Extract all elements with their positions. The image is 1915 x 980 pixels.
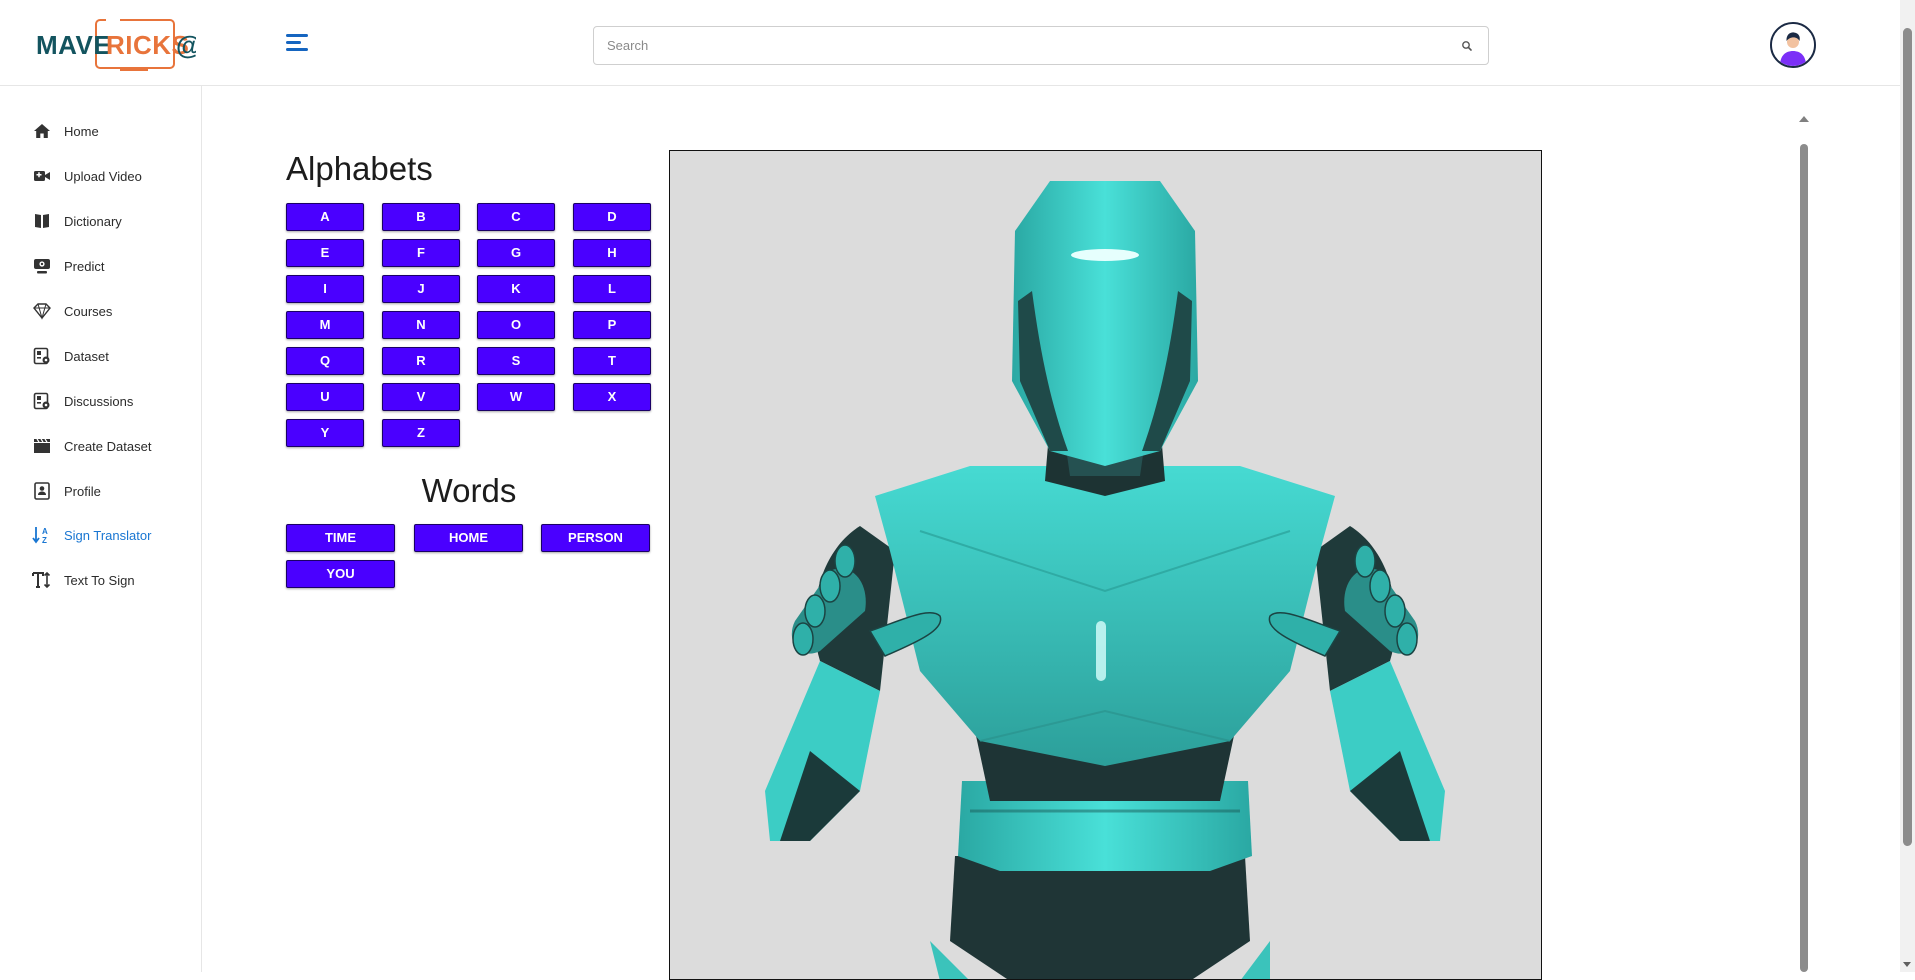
- page-scroll-down-arrow[interactable]: [1903, 962, 1911, 967]
- sidebar-item-upload-video[interactable]: Upload Video: [32, 164, 142, 188]
- svg-text:@: @: [176, 30, 196, 60]
- letter-button-q[interactable]: Q: [286, 347, 364, 375]
- sidebar-item-create-dataset[interactable]: Create Dataset: [32, 434, 151, 458]
- letter-button-a[interactable]: A: [286, 203, 364, 231]
- profile-card-icon: [32, 481, 52, 501]
- sidebar-item-home[interactable]: Home: [32, 119, 99, 143]
- letter-button-l[interactable]: L: [573, 275, 651, 303]
- word-button-home[interactable]: HOME: [414, 524, 523, 552]
- letter-button-b[interactable]: B: [382, 203, 460, 231]
- sidebar-item-text-to-sign[interactable]: Text To Sign: [32, 568, 135, 592]
- sidebar-item-discussions[interactable]: Discussions: [32, 389, 133, 413]
- discussion-icon: [32, 391, 52, 411]
- letter-button-k[interactable]: K: [477, 275, 555, 303]
- page-scrollbar-thumb[interactable]: [1903, 28, 1912, 846]
- user-avatar[interactable]: [1770, 22, 1816, 68]
- letter-button-f[interactable]: F: [382, 239, 460, 267]
- sidebar-item-dataset[interactable]: Dataset: [32, 344, 109, 368]
- sidebar-item-label: Profile: [64, 483, 101, 499]
- mavericks-logo[interactable]: MAVE RICKS @: [36, 18, 201, 74]
- video-camera-icon: [32, 166, 52, 186]
- letter-button-h[interactable]: H: [573, 239, 651, 267]
- menu-toggle-icon[interactable]: [286, 34, 308, 54]
- inner-scroll-up-arrow[interactable]: [1799, 116, 1809, 122]
- letter-button-p[interactable]: P: [573, 311, 651, 339]
- book-icon: [32, 211, 52, 231]
- text-height-icon: [32, 570, 52, 590]
- letter-button-s[interactable]: S: [477, 347, 555, 375]
- letter-button-g[interactable]: G: [477, 239, 555, 267]
- svg-text:Z: Z: [42, 536, 47, 545]
- sidebar-item-dictionary[interactable]: Dictionary: [32, 209, 122, 233]
- letter-button-n[interactable]: N: [382, 311, 460, 339]
- dataset-icon: [32, 346, 52, 366]
- letter-button-r[interactable]: R: [382, 347, 460, 375]
- svg-text:MAVE: MAVE: [36, 30, 111, 60]
- inner-scrollbar-thumb[interactable]: [1800, 144, 1808, 972]
- sidebar-item-label: Home: [64, 123, 99, 139]
- main-content: Alphabets A B C D E F G H I J K L M N O …: [202, 86, 1900, 980]
- letter-button-t[interactable]: T: [573, 347, 651, 375]
- gem-icon: [32, 301, 52, 321]
- sidebar-item-label: Discussions: [64, 393, 134, 409]
- sort-alpha-icon: AZ: [32, 525, 52, 545]
- search-input[interactable]: [594, 27, 1434, 64]
- sidebar-item-label: Text To Sign: [64, 572, 135, 588]
- letter-button-c[interactable]: C: [477, 203, 555, 231]
- search-icon[interactable]: [1460, 39, 1474, 53]
- letter-button-i[interactable]: I: [286, 275, 364, 303]
- letter-button-m[interactable]: M: [286, 311, 364, 339]
- word-button-person[interactable]: PERSON: [541, 524, 650, 552]
- letter-button-u[interactable]: U: [286, 383, 364, 411]
- letter-button-e[interactable]: E: [286, 239, 364, 267]
- word-button-time[interactable]: TIME: [286, 524, 395, 552]
- sidebar: Home Upload Video Dictionary Predict Cou…: [0, 86, 202, 972]
- letter-button-w[interactable]: W: [477, 383, 555, 411]
- sidebar-item-predict[interactable]: Predict: [32, 254, 104, 278]
- letter-button-y[interactable]: Y: [286, 419, 364, 447]
- sidebar-item-label: Courses: [64, 303, 113, 319]
- sidebar-item-label: Sign Translator: [64, 527, 152, 543]
- search-box: [593, 26, 1489, 65]
- sidebar-item-label: Dataset: [64, 348, 109, 364]
- sidebar-item-profile[interactable]: Profile: [32, 479, 101, 503]
- svg-text:A: A: [42, 527, 48, 536]
- word-button-you[interactable]: YOU: [286, 560, 395, 588]
- sidebar-item-label: Predict: [64, 258, 105, 274]
- top-header: MAVE RICKS @: [0, 0, 1900, 86]
- sidebar-item-label: Create Dataset: [64, 438, 152, 454]
- letter-button-x[interactable]: X: [573, 383, 651, 411]
- letter-button-j[interactable]: J: [382, 275, 460, 303]
- home-icon: [32, 121, 52, 141]
- letter-button-d[interactable]: D: [573, 203, 651, 231]
- avatar-3d-viewport[interactable]: [669, 150, 1542, 980]
- letter-button-o[interactable]: O: [477, 311, 555, 339]
- letter-button-v[interactable]: V: [382, 383, 460, 411]
- robot-avatar-render: [670, 151, 1540, 979]
- sidebar-item-label: Upload Video: [64, 168, 142, 184]
- alphabets-heading: Alphabets: [286, 150, 433, 187]
- webcam-icon: [32, 256, 52, 276]
- letter-button-z[interactable]: Z: [382, 419, 460, 447]
- words-heading: Words: [421, 472, 517, 509]
- sidebar-item-courses[interactable]: Courses: [32, 299, 112, 323]
- sidebar-item-label: Dictionary: [64, 213, 122, 229]
- clapperboard-icon: [32, 436, 52, 456]
- sidebar-item-sign-translator[interactable]: AZ Sign Translator: [32, 523, 151, 547]
